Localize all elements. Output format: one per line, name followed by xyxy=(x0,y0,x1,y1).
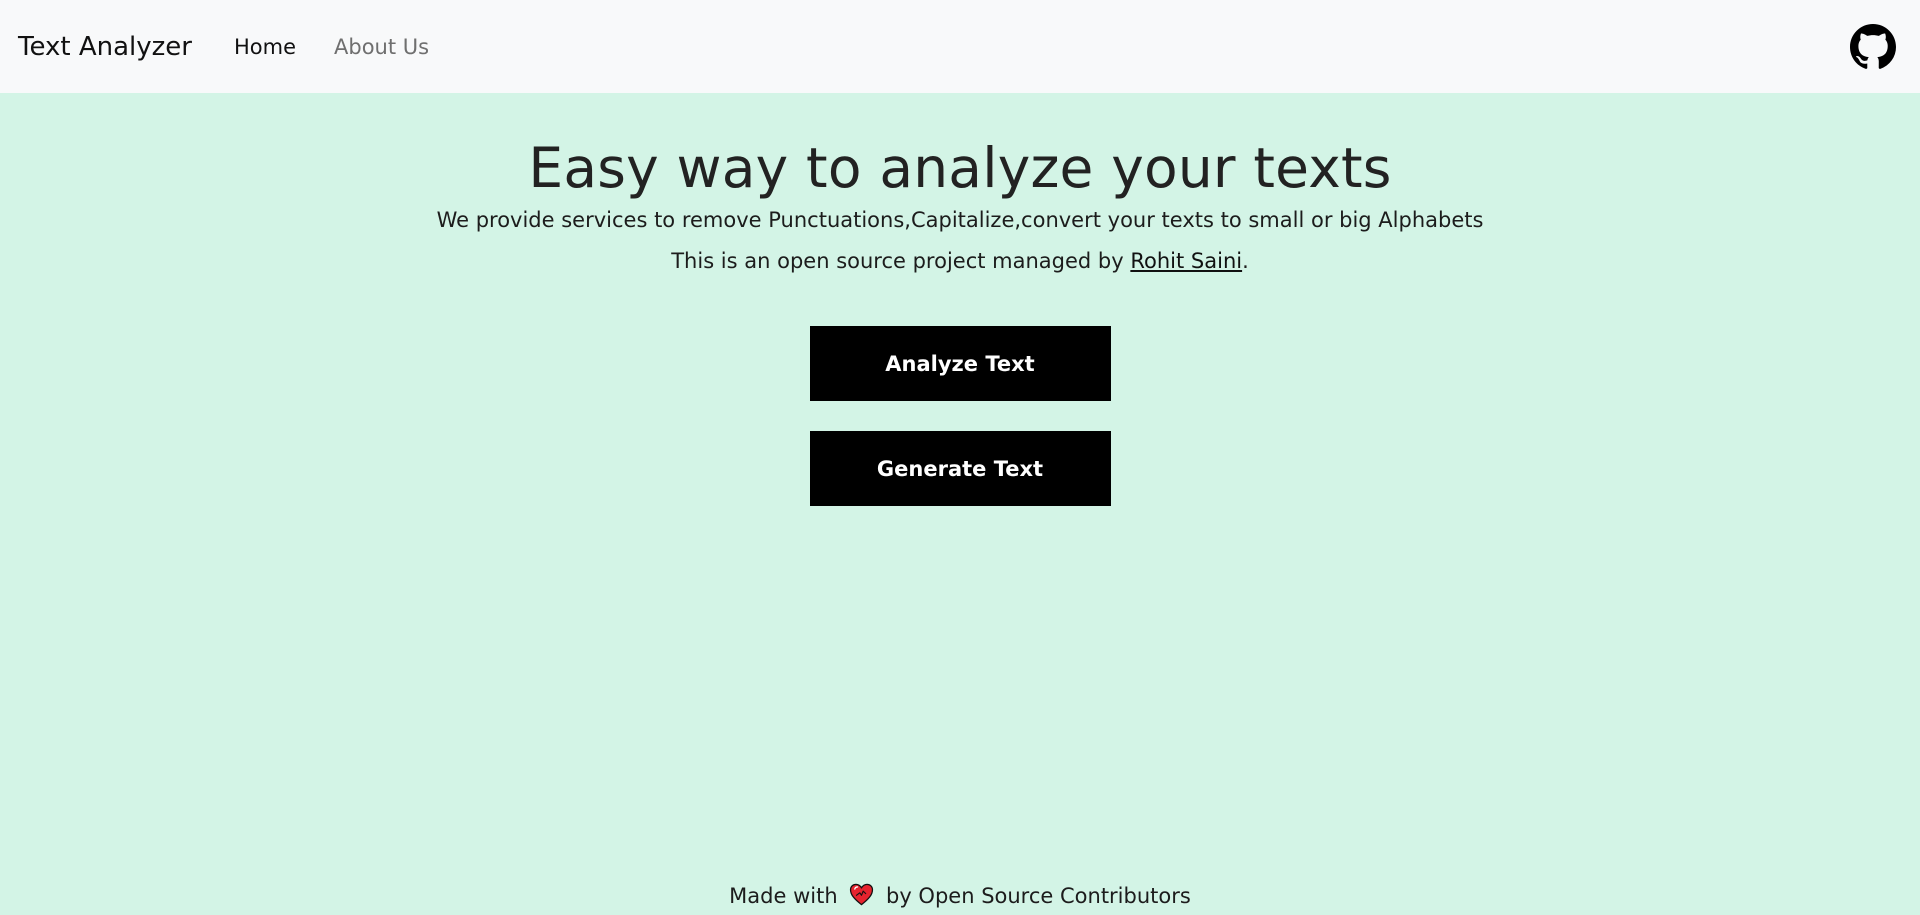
action-buttons: Analyze Text Generate Text xyxy=(0,326,1920,507)
credit-prefix: This is an open source project managed b… xyxy=(671,249,1131,274)
page-title: Easy way to analyze your texts xyxy=(528,136,1392,200)
nav-links: Home About Us xyxy=(234,35,429,59)
hero-subtitle: We provide services to remove Punctuatio… xyxy=(436,208,1484,232)
footer-suffix: by Open Source Contributors xyxy=(886,884,1191,908)
brand-title[interactable]: Text Analyzer xyxy=(18,32,192,62)
nav-link-about-us[interactable]: About Us xyxy=(334,35,429,59)
hero-section: Easy way to analyze your texts We provid… xyxy=(0,93,1920,507)
author-link[interactable]: Rohit Saini xyxy=(1130,249,1242,273)
generate-text-button[interactable]: Generate Text xyxy=(809,431,1111,507)
credit-suffix: . xyxy=(1242,249,1249,274)
footer: Made with by Open Source Contributors xyxy=(0,877,1920,915)
project-credit: This is an open source project managed b… xyxy=(0,249,1920,274)
top-navbar: Text Analyzer Home About Us xyxy=(0,0,1920,93)
footer-prefix: Made with xyxy=(729,884,838,908)
heart-icon xyxy=(850,883,874,906)
github-icon[interactable] xyxy=(1850,24,1896,70)
analyze-text-button[interactable]: Analyze Text xyxy=(809,326,1111,402)
nav-link-home[interactable]: Home xyxy=(234,35,296,59)
